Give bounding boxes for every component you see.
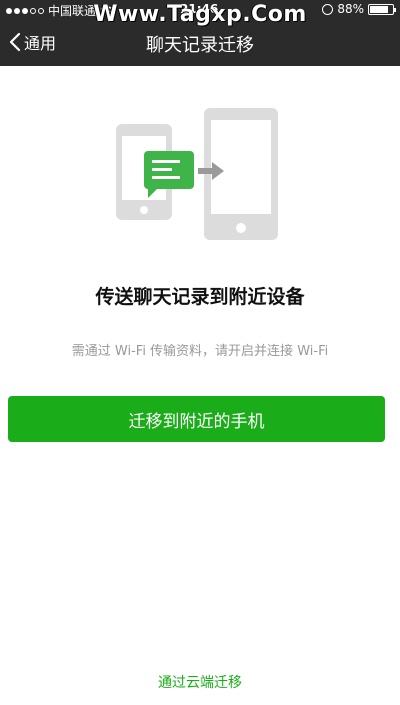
navigation-bar: 通用 聊天记录迁移: [0, 20, 400, 66]
content-heading: 传送聊天记录到附近设备: [95, 286, 305, 308]
page-title: 聊天记录迁移: [146, 35, 254, 56]
device-transfer-illustration: [116, 108, 278, 240]
cloud-migrate-link[interactable]: 通过云端迁移: [0, 672, 400, 692]
content-subtext: 需通过 Wi-Fi 传输资料，请开启并连接 Wi-Fi: [71, 344, 329, 359]
migrate-nearby-phone-button[interactable]: 迁移到附近的手机: [8, 396, 385, 442]
top-bar: 中国联通 21:46 88% Www.Tagxp.Com 通用 聊天记录迁移: [0, 0, 400, 66]
